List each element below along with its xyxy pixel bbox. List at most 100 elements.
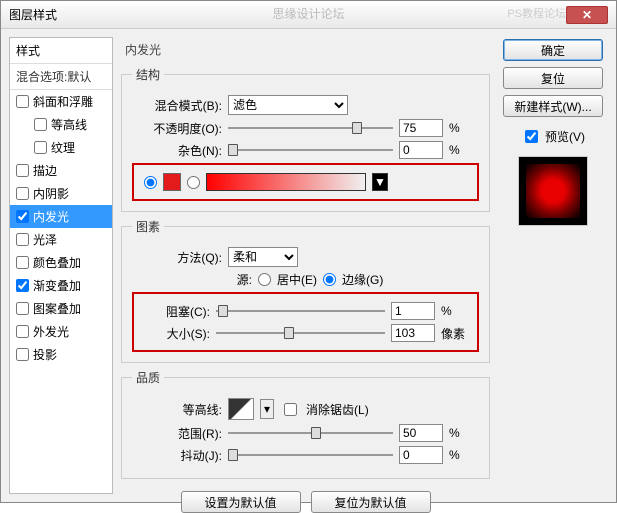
- solid-color-swatch[interactable]: [163, 173, 181, 191]
- style-checkbox-9[interactable]: [16, 302, 29, 315]
- make-default-button[interactable]: 设置为默认值: [181, 491, 301, 513]
- contour-dropdown-icon[interactable]: ▾: [260, 399, 274, 419]
- choke-size-highlight: 阻塞(C): 1 % 大小(S): 103 像素: [132, 292, 479, 352]
- style-label-8: 渐变叠加: [33, 277, 81, 294]
- style-item-2[interactable]: 纹理: [10, 136, 112, 159]
- source-edge-radio[interactable]: [323, 273, 336, 286]
- quality-group: 品质 等高线: ▾ 消除锯齿(L) 范围(R): 50 % 抖动(J):: [121, 369, 490, 479]
- styles-header[interactable]: 样式: [10, 38, 112, 64]
- choke-unit: %: [441, 304, 471, 318]
- new-style-button[interactable]: 新建样式(W)...: [503, 95, 603, 117]
- noise-slider[interactable]: [228, 142, 393, 158]
- choke-label: 阻塞(C):: [140, 303, 210, 320]
- blending-options[interactable]: 混合选项:默认: [10, 64, 112, 90]
- style-checkbox-0[interactable]: [16, 95, 29, 108]
- style-label-1: 等高线: [51, 116, 87, 133]
- style-item-9[interactable]: 图案叠加: [10, 297, 112, 320]
- size-unit: 像素: [441, 325, 471, 342]
- noise-value[interactable]: 0: [399, 141, 443, 159]
- antialias-label: 消除锯齿(L): [306, 401, 369, 418]
- size-value[interactable]: 103: [391, 324, 435, 342]
- preview-label: 预览(V): [545, 128, 585, 145]
- contour-label: 等高线:: [132, 401, 222, 418]
- source-edge-label: 边缘(G): [342, 271, 383, 288]
- dialog-title: 图层样式: [9, 6, 57, 23]
- size-slider[interactable]: [216, 325, 385, 341]
- style-checkbox-7[interactable]: [16, 256, 29, 269]
- structure-legend: 结构: [132, 66, 164, 83]
- style-item-1[interactable]: 等高线: [10, 113, 112, 136]
- antialias-checkbox[interactable]: [284, 403, 297, 416]
- style-item-11[interactable]: 投影: [10, 343, 112, 366]
- opacity-unit: %: [449, 121, 479, 135]
- blend-mode-label: 混合模式(B):: [132, 97, 222, 114]
- choke-slider[interactable]: [216, 303, 385, 319]
- jitter-slider[interactable]: [228, 447, 393, 463]
- cancel-button[interactable]: 复位: [503, 67, 603, 89]
- settings-panel: 内发光 结构 混合模式(B): 滤色 不透明度(O): 75 % 杂色(N):: [121, 37, 490, 494]
- source-center-label: 居中(E): [277, 271, 317, 288]
- elements-group: 图素 方法(Q): 柔和 源: 居中(E) 边缘(G) 阻塞(C):: [121, 218, 490, 363]
- noise-label: 杂色(N):: [132, 142, 222, 159]
- style-checkbox-3[interactable]: [16, 164, 29, 177]
- style-label-2: 纹理: [51, 139, 75, 156]
- preview-thumbnail: [518, 156, 588, 226]
- style-item-8[interactable]: 渐变叠加: [10, 274, 112, 297]
- style-label-4: 内阴影: [33, 185, 69, 202]
- close-button[interactable]: ✕: [566, 6, 608, 24]
- technique-select[interactable]: 柔和: [228, 247, 298, 267]
- style-item-4[interactable]: 内阴影: [10, 182, 112, 205]
- opacity-value[interactable]: 75: [399, 119, 443, 137]
- range-unit: %: [449, 426, 479, 440]
- range-label: 范围(R):: [132, 425, 222, 442]
- style-label-6: 光泽: [33, 231, 57, 248]
- style-item-0[interactable]: 斜面和浮雕: [10, 90, 112, 113]
- jitter-value[interactable]: 0: [399, 446, 443, 464]
- style-item-7[interactable]: 颜色叠加: [10, 251, 112, 274]
- jitter-unit: %: [449, 448, 479, 462]
- style-label-5: 内发光: [33, 208, 69, 225]
- range-slider[interactable]: [228, 425, 393, 441]
- style-item-10[interactable]: 外发光: [10, 320, 112, 343]
- style-checkbox-10[interactable]: [16, 325, 29, 338]
- reset-default-button[interactable]: 复位为默认值: [311, 491, 431, 513]
- preview-checkbox[interactable]: [525, 130, 538, 143]
- jitter-label: 抖动(J):: [132, 447, 222, 464]
- style-checkbox-1[interactable]: [34, 118, 47, 131]
- noise-unit: %: [449, 143, 479, 157]
- ok-button[interactable]: 确定: [503, 39, 603, 61]
- style-label-7: 颜色叠加: [33, 254, 81, 271]
- style-checkbox-4[interactable]: [16, 187, 29, 200]
- style-item-6[interactable]: 光泽: [10, 228, 112, 251]
- style-checkbox-5[interactable]: [16, 210, 29, 223]
- gradient-radio[interactable]: [187, 176, 200, 189]
- source-center-radio[interactable]: [258, 273, 271, 286]
- style-item-5[interactable]: 内发光: [10, 205, 112, 228]
- style-label-3: 描边: [33, 162, 57, 179]
- style-item-3[interactable]: 描边: [10, 159, 112, 182]
- right-panel: 确定 复位 新建样式(W)... 预览(V): [498, 37, 608, 494]
- solid-color-radio[interactable]: [144, 176, 157, 189]
- quality-legend: 品质: [132, 369, 164, 386]
- layer-style-dialog: 图层样式 ✕ 思缘设计论坛 PS教程论坛 样式 混合选项:默认 斜面和浮雕等高线…: [0, 0, 617, 503]
- style-checkbox-2[interactable]: [34, 141, 47, 154]
- size-label: 大小(S):: [140, 325, 210, 342]
- style-label-11: 投影: [33, 346, 57, 363]
- style-label-9: 图案叠加: [33, 300, 81, 317]
- style-checkbox-8[interactable]: [16, 279, 29, 292]
- style-label-10: 外发光: [33, 323, 69, 340]
- structure-group: 结构 混合模式(B): 滤色 不透明度(O): 75 % 杂色(N): 0: [121, 66, 490, 212]
- blend-mode-select[interactable]: 滤色: [228, 95, 348, 115]
- technique-label: 方法(Q):: [132, 249, 222, 266]
- gradient-dropdown-icon[interactable]: ▼: [372, 173, 388, 191]
- titlebar: 图层样式 ✕: [1, 1, 616, 29]
- styles-list: 样式 混合选项:默认 斜面和浮雕等高线纹理描边内阴影内发光光泽颜色叠加渐变叠加图…: [9, 37, 113, 494]
- contour-swatch[interactable]: [228, 398, 254, 420]
- opacity-slider[interactable]: [228, 120, 393, 136]
- style-checkbox-6[interactable]: [16, 233, 29, 246]
- choke-value[interactable]: 1: [391, 302, 435, 320]
- style-checkbox-11[interactable]: [16, 348, 29, 361]
- range-value[interactable]: 50: [399, 424, 443, 442]
- gradient-bar[interactable]: [206, 173, 366, 191]
- panel-title: 内发光: [125, 41, 490, 58]
